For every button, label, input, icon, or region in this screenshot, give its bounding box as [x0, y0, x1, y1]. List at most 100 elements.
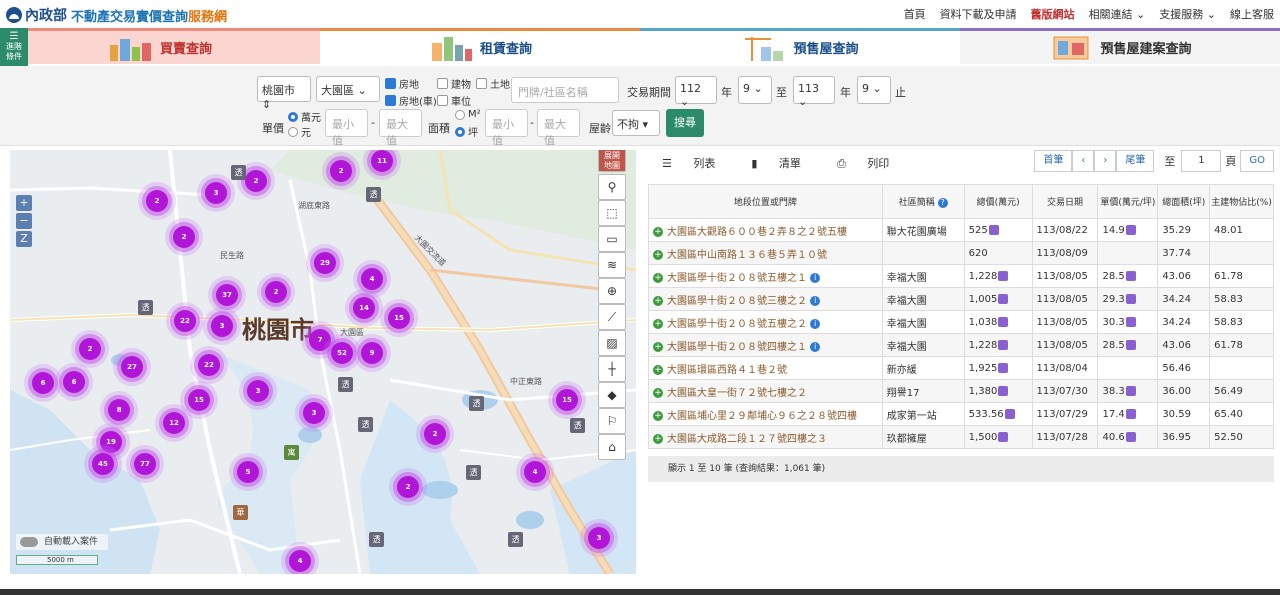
cluster-marker[interactable]: 19	[100, 431, 122, 453]
auto-load-toggle[interactable]: 自動載入案件	[16, 534, 108, 550]
area-unit-m2[interactable]: M²	[455, 109, 481, 120]
col-date[interactable]: 交易日期	[1031, 184, 1099, 219]
expand-row-icon[interactable]: +	[653, 249, 663, 260]
last-page-button[interactable]: 尾筆	[1116, 150, 1155, 172]
transit-marker[interactable]: 透	[508, 532, 523, 547]
cluster-marker[interactable]: 9	[361, 342, 383, 364]
cluster-marker[interactable]: 6	[32, 372, 54, 394]
expand-row-icon[interactable]: +	[653, 433, 663, 444]
cluster-marker[interactable]: 2	[424, 423, 446, 445]
expand-row-icon[interactable]: +	[653, 226, 663, 237]
expand-row-icon[interactable]: +	[653, 410, 663, 421]
zoom-out-button[interactable]: −	[16, 213, 32, 229]
cell-address[interactable]: + 大園區學十街２０８號三樓之２ i	[648, 287, 883, 311]
nav-support[interactable]: 支援服務 ⌄	[1159, 6, 1216, 22]
cluster-marker[interactable]: 7	[309, 329, 331, 351]
table-row[interactable]: + 大園區學十街２０８號五樓之１ i 幸福大園 1,228 113/08/05 28.5 4…	[648, 264, 1274, 288]
cluster-marker[interactable]: 4	[361, 268, 383, 290]
table-row[interactable]: + 大園區大皇一街７２號七樓之２ 翔譽17 1,380 113/07/30 38.3 36.…	[648, 379, 1274, 403]
cluster-marker[interactable]: 3	[211, 315, 233, 337]
from-year-select[interactable]: 112 ⌄	[675, 76, 717, 108]
to-year-select[interactable]: 113 ⌄	[793, 76, 835, 108]
address-text[interactable]: 大園區學十街２０８號五樓之２	[667, 319, 807, 330]
table-row[interactable]: + 大園區埔心里２９鄰埔心９６之２８號四樓 成家第一站 533.56 113/07/29…	[648, 402, 1274, 426]
transit-marker[interactable]: 透	[469, 396, 484, 411]
address-text[interactable]: 大園區中山南路１３６巷５弄１０號	[667, 250, 827, 261]
col-unit-price[interactable]: 單價(萬元/坪)	[1097, 184, 1159, 219]
address-text[interactable]: 大園區學十街２０８號五樓之１	[667, 273, 807, 284]
table-row[interactable]: + 大園區大觀路６００巷２弄８之２號五樓 聯大花園廣場 525 113/08/22 14.…	[648, 218, 1274, 242]
cluster-marker[interactable]: 15	[388, 307, 410, 329]
transit-marker[interactable]: 透	[358, 417, 373, 432]
cluster-marker[interactable]: 6	[63, 371, 85, 393]
cluster-marker[interactable]: 2	[397, 476, 419, 498]
transit-marker[interactable]: 透	[138, 300, 153, 315]
cell-address[interactable]: + 大園區中山南路１３６巷５弄１０號	[648, 241, 883, 265]
next-page-button[interactable]: ›	[1094, 150, 1117, 172]
institution-icon[interactable]: ⌂	[598, 434, 626, 460]
transit-marker[interactable]: 透	[369, 532, 384, 547]
table-row[interactable]: + 大園區環區西路４１巷２號 新亦緩 1,925 113/08/04 56.46	[648, 356, 1274, 380]
address-text[interactable]: 大園區學十街２０８號四樓之１	[667, 342, 807, 353]
expand-row-icon[interactable]: +	[653, 364, 663, 375]
cluster-marker[interactable]: 52	[331, 342, 353, 364]
city-select[interactable]: 桃園市 ⇕	[257, 76, 311, 111]
col-ratio[interactable]: 主建物佔比(%)	[1209, 184, 1274, 219]
hatch-area-icon[interactable]: ▨	[598, 330, 626, 356]
select-area-icon[interactable]: ▭	[598, 226, 626, 252]
cluster-marker[interactable]: 2	[173, 226, 195, 248]
cell-address[interactable]: + 大園區大皇一街７２號七樓之２	[648, 379, 883, 403]
shopping-marker[interactable]: 寓	[284, 445, 299, 460]
expand-map-button[interactable]: 展開 地圖	[598, 150, 626, 172]
cluster-marker[interactable]: 27	[121, 356, 143, 378]
type-checkbox-house-parking[interactable]: 房地(車)	[385, 93, 437, 108]
zoom-reset-button[interactable]: Z	[16, 231, 32, 247]
pin-icon[interactable]: ⚐	[598, 408, 626, 434]
cluster-marker[interactable]: 2	[330, 160, 352, 182]
cluster-marker[interactable]: 37	[216, 284, 238, 306]
address-text[interactable]: 大園區學十街２０８號三樓之２	[667, 296, 807, 307]
zoom-in-button[interactable]: +	[16, 195, 32, 211]
cluster-marker[interactable]: 5	[237, 461, 259, 483]
nav-links[interactable]: 相關連結 ⌄	[1089, 6, 1146, 22]
nav-service[interactable]: 線上客服	[1230, 6, 1274, 22]
address-search-input[interactable]: 門牌/社區名稱	[511, 77, 619, 103]
select-rect-icon[interactable]: ⬚	[598, 200, 626, 226]
cell-address[interactable]: + 大園區埔心里２９鄰埔心９６之２８號四樓	[648, 402, 883, 426]
cluster-marker[interactable]: 2	[146, 190, 168, 212]
nav-home[interactable]: 首頁	[904, 6, 926, 22]
advanced-filter-button[interactable]: ☰ 進階 條件	[0, 28, 28, 66]
cluster-marker[interactable]: 8	[108, 399, 130, 421]
cluster-marker[interactable]: 45	[92, 453, 114, 475]
map-panel[interactable]: 桃園市 湖底東路 大園區 中正東路 大園交流道 民生路 11 2 2 3 2 2…	[10, 150, 636, 574]
info-icon[interactable]: i	[810, 341, 821, 352]
area-max-input[interactable]: 最大值	[537, 109, 580, 147]
view-bookmark-tab[interactable]: ▮ 清單	[751, 155, 819, 171]
transit-marker[interactable]: 透	[231, 165, 246, 180]
cell-address[interactable]: + 大園區環區西路４１巷２號	[648, 356, 883, 380]
cell-address[interactable]: + 大園區學十街２０８號四樓之１ i	[648, 333, 883, 357]
cluster-marker[interactable]: 2	[79, 338, 101, 360]
go-button[interactable]: GO	[1240, 150, 1274, 172]
tab-sale[interactable]: 買賣查詢	[0, 28, 320, 64]
cluster-marker[interactable]: 11	[371, 150, 393, 172]
cluster-marker[interactable]: 3	[205, 182, 227, 204]
table-row[interactable]: + 大園區學十街２０８號三樓之２ i 幸福大園 1,005 113/08/05 29.3 3…	[648, 287, 1274, 311]
nav-download[interactable]: 資料下載及申請	[940, 6, 1017, 22]
layers-icon[interactable]: ≋	[598, 252, 626, 278]
address-text[interactable]: 大園區埔心里２９鄰埔心９６之２８號四樓	[667, 411, 857, 422]
tab-presale-project[interactable]: 預售屋建案查詢	[960, 28, 1280, 64]
table-row[interactable]: + 大園區大成路二段１２７號四樓之３ 玖都擁屋 1,500 113/07/28 40.6 3…	[648, 425, 1274, 449]
expand-row-icon[interactable]: +	[653, 341, 663, 352]
view-list-tab[interactable]: ☰ 列表	[662, 155, 733, 171]
tab-rent[interactable]: 租賃查詢	[320, 28, 640, 64]
cluster-marker[interactable]: 22	[198, 354, 220, 376]
cluster-marker[interactable]: 12	[163, 412, 185, 434]
cell-address[interactable]: + 大園區學十街２０８號五樓之１ i	[648, 264, 883, 288]
cluster-marker[interactable]: 77	[134, 453, 156, 475]
type-checkbox-building[interactable]: 建物	[437, 76, 471, 91]
price-max-input[interactable]: 最大值	[379, 109, 422, 147]
area-unit-ping[interactable]: 坪	[455, 124, 478, 139]
address-text[interactable]: 大園區大皇一街７２號七樓之２	[667, 388, 807, 399]
locate-route-icon[interactable]: ⚲	[598, 174, 626, 200]
